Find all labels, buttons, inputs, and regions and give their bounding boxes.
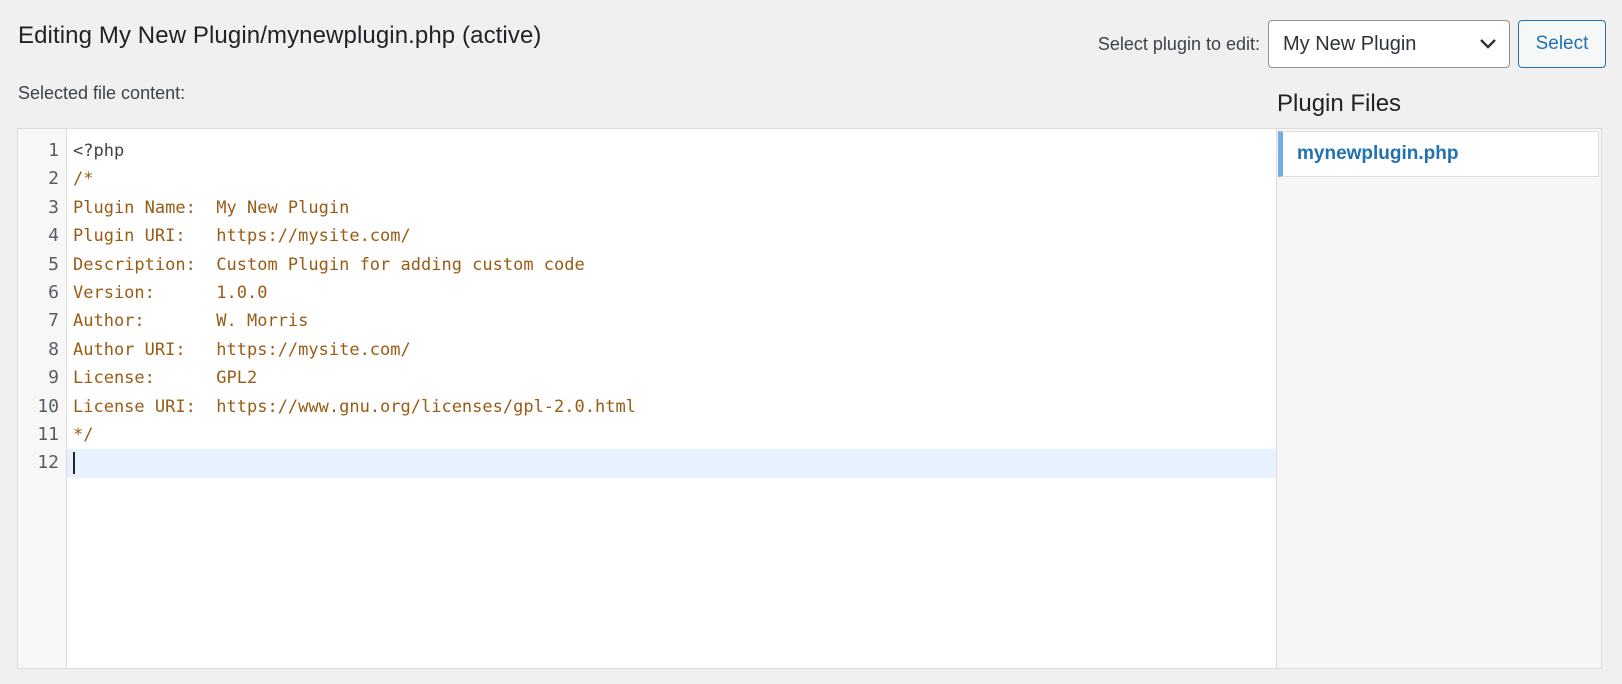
code-line[interactable]: License URI: https://www.gnu.org/license… [67, 393, 1276, 421]
line-number: 8 [48, 338, 59, 360]
text-cursor [73, 452, 75, 475]
chevron-down-icon [1479, 38, 1497, 50]
code-line-text: /* [73, 169, 94, 190]
line-number: 5 [48, 253, 59, 275]
line-number: 7 [48, 310, 59, 332]
plugin-files-panel: mynewplugin.php [1276, 128, 1602, 669]
code-line[interactable]: <?php [67, 137, 1276, 165]
code-line-text: Plugin Name: My New Plugin [73, 197, 350, 218]
line-number: 12 [37, 452, 59, 474]
code-line-text: License URI: https://www.gnu.org/license… [73, 396, 636, 417]
code-line[interactable] [67, 449, 1276, 478]
code-line-text: Author URI: https://mysite.com/ [73, 339, 411, 360]
select-button[interactable]: Select [1518, 20, 1606, 68]
plugin-select-dropdown[interactable]: My New Plugin [1268, 20, 1510, 68]
page-title: Editing My New Plugin/mynewplugin.php (a… [18, 22, 542, 49]
code-line-text: Author: W. Morris [73, 311, 309, 332]
line-number: 10 [37, 395, 59, 417]
line-number: 4 [48, 225, 59, 247]
line-number: 2 [48, 168, 59, 190]
code-area[interactable]: <?php /* Plugin Name: My New Plugin Plugin … [67, 129, 1276, 668]
line-number-gutter: 1 2 3 4 5 6 7 8 9 10 11 12 [18, 129, 67, 668]
code-line[interactable]: License: GPL2 [67, 364, 1276, 392]
code-line-text: <?php [73, 141, 125, 161]
code-line[interactable]: */ [67, 421, 1276, 449]
selected-file-content-label: Selected file content: [18, 83, 186, 103]
code-line[interactable]: Plugin Name: My New Plugin [67, 194, 1276, 222]
line-number: 9 [48, 367, 59, 389]
file-item[interactable]: mynewplugin.php [1278, 131, 1599, 177]
code-line[interactable]: Plugin URI: https://mysite.com/ [67, 222, 1276, 250]
line-number: 3 [48, 196, 59, 218]
line-number: 11 [37, 423, 59, 445]
code-line-text: Version: 1.0.0 [73, 282, 268, 303]
code-line[interactable]: Author: W. Morris [67, 307, 1276, 335]
plugin-files-title: Plugin Files [1277, 90, 1402, 117]
select-plugin-label: Select plugin to edit: [1097, 33, 1260, 54]
plugin-select-value: My New Plugin [1283, 32, 1417, 55]
code-line[interactable]: /* [67, 165, 1276, 193]
code-line-text: License: GPL2 [73, 368, 258, 389]
code-editor[interactable]: 1 2 3 4 5 6 7 8 9 10 11 12 <?php/* Plugin Name: My N… [17, 128, 1276, 669]
code-line[interactable]: Author URI: https://mysite.com/ [67, 336, 1276, 364]
code-line-text: Description: Custom Plugin for adding cu… [73, 254, 585, 275]
code-line[interactable]: Description: Custom Plugin for adding cu… [67, 251, 1276, 279]
code-line[interactable]: Version: 1.0.0 [67, 279, 1276, 307]
code-line-text: Plugin URI: https://mysite.com/ [73, 226, 411, 247]
line-number: 6 [48, 281, 59, 303]
code-line-text: */ [73, 424, 94, 445]
line-number: 1 [48, 140, 59, 161]
plugin-selector: Select plugin to edit: My New Plugin Sel… [1098, 20, 1606, 68]
